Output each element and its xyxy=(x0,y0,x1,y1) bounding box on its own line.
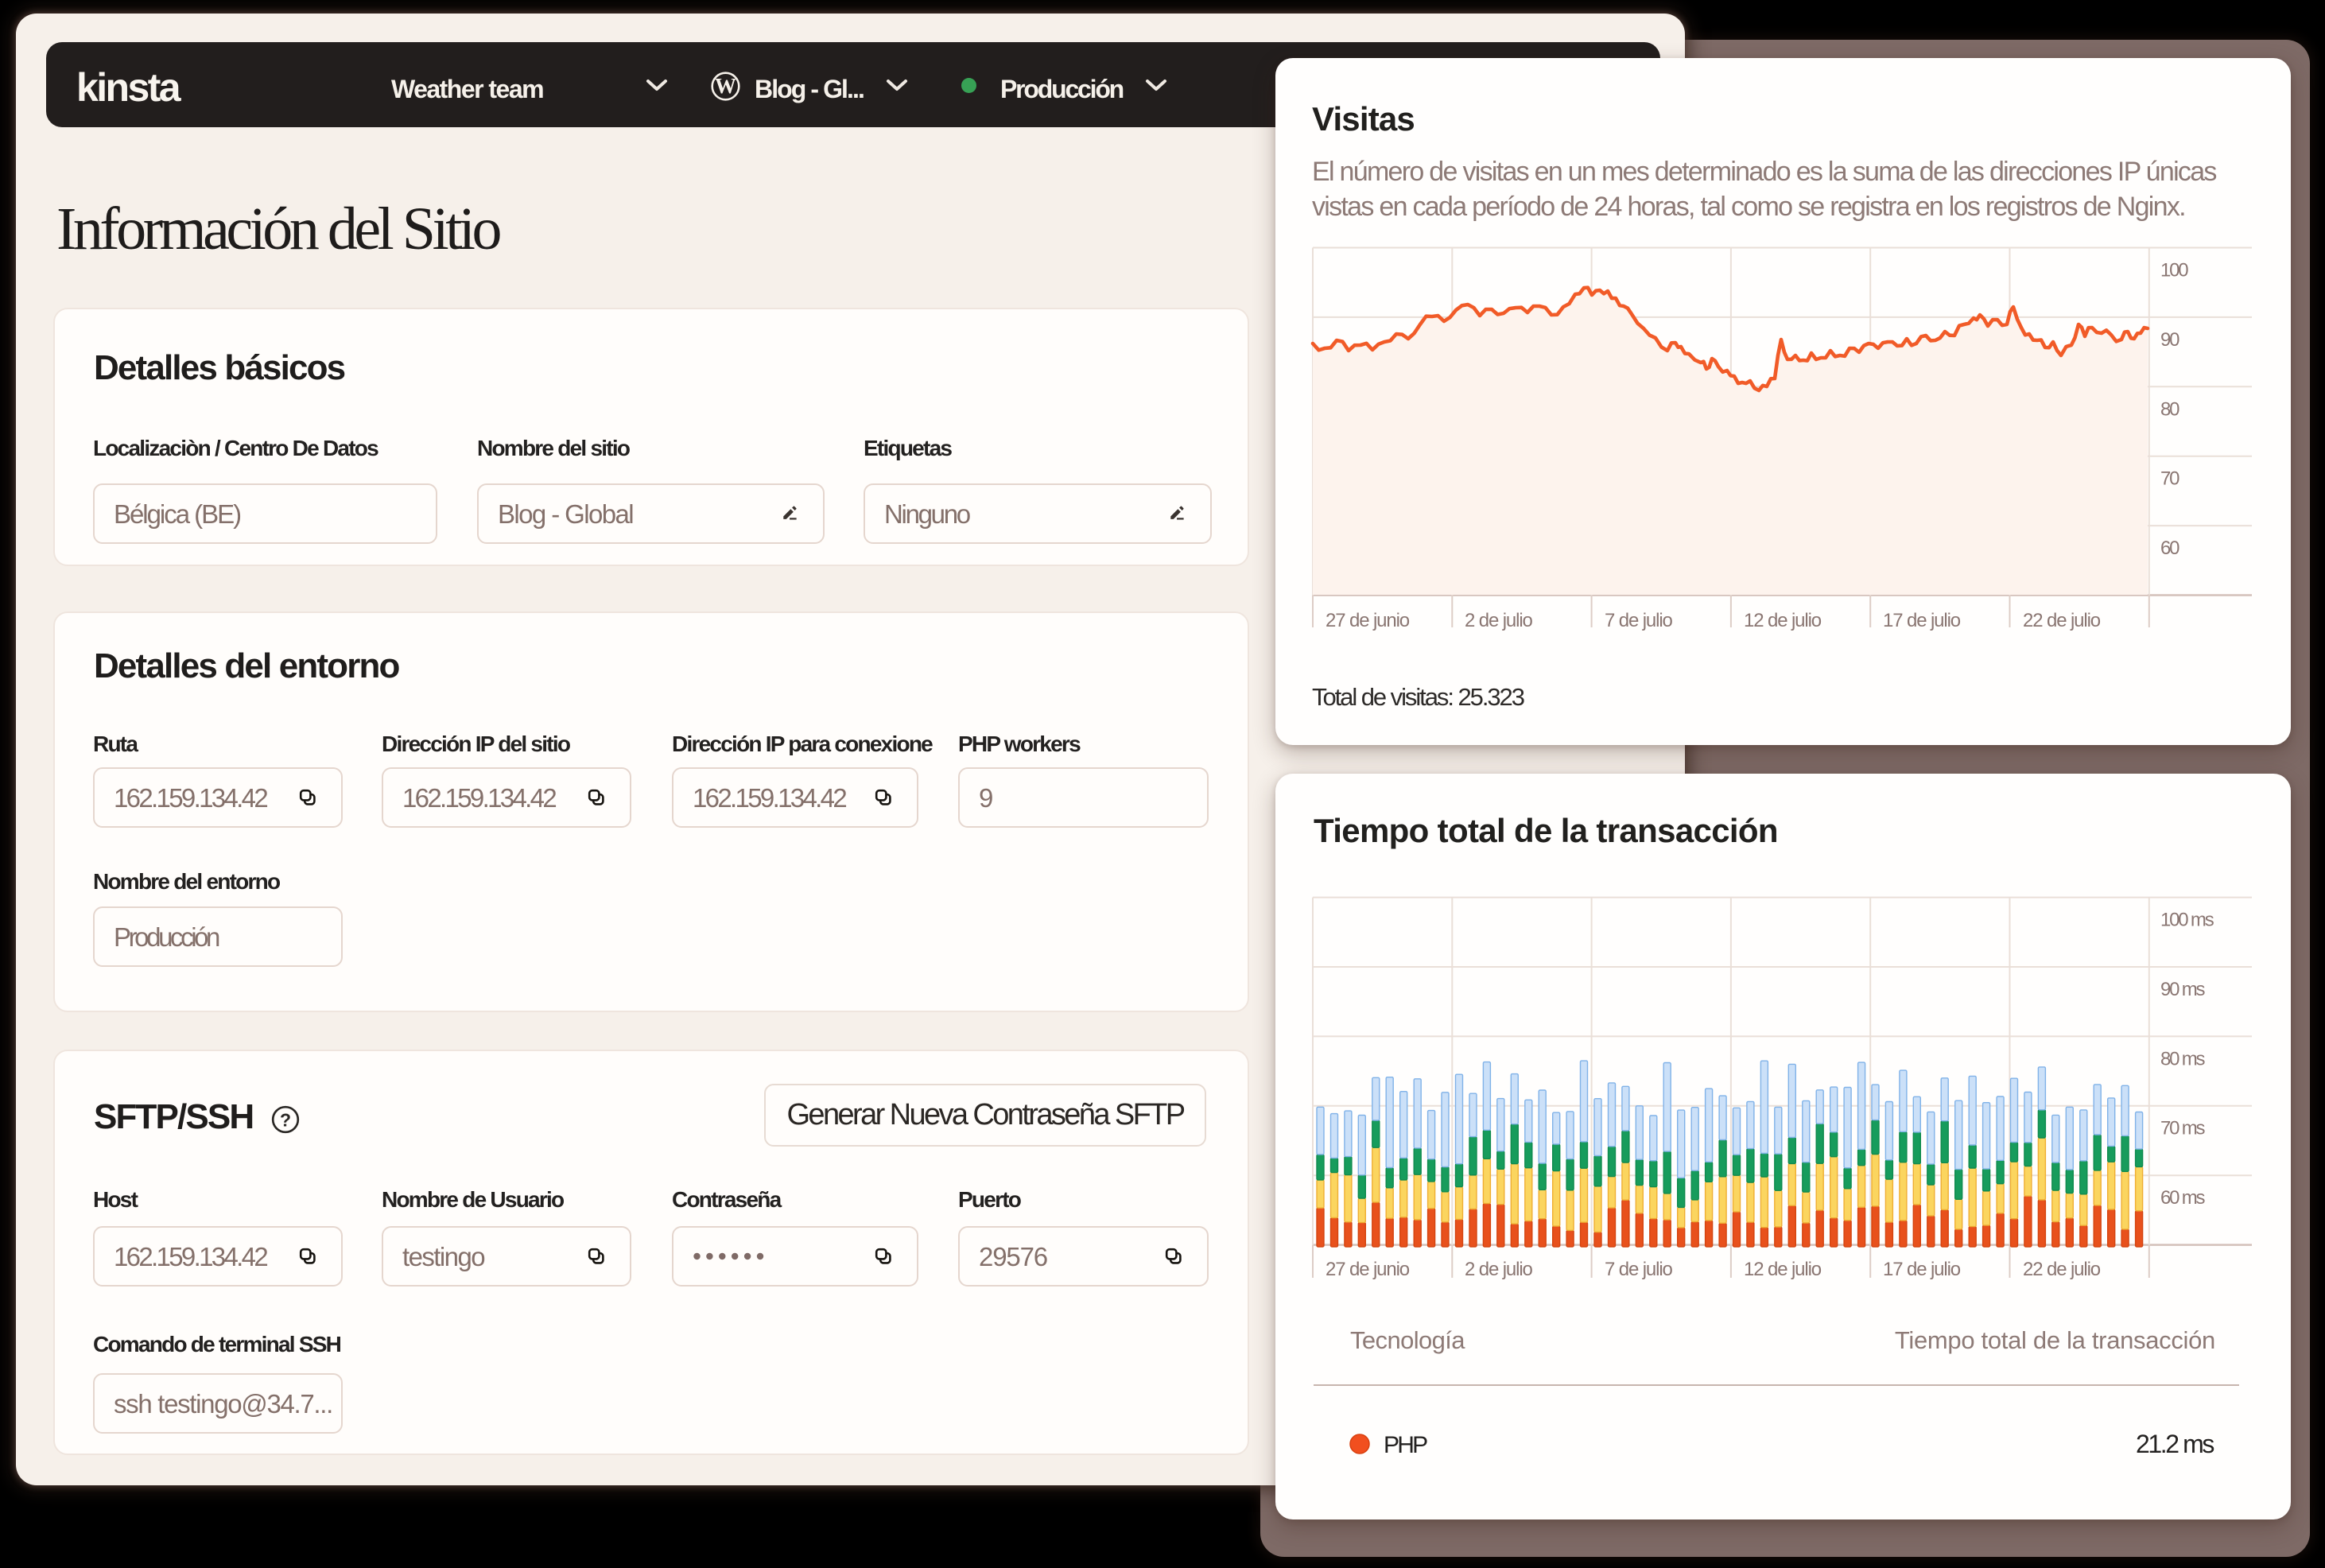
svg-text:100 ms: 100 ms xyxy=(2160,910,2214,931)
svg-text:90 ms: 90 ms xyxy=(2160,979,2206,1000)
svg-text:80 ms: 80 ms xyxy=(2160,1048,2206,1069)
svg-text:Tecnología: Tecnología xyxy=(1350,1326,1465,1354)
svg-text:7 de julio: 7 de julio xyxy=(1605,1259,1673,1280)
svg-text:21.2 ms: 21.2 ms xyxy=(2136,1430,2214,1458)
svg-text:22 de julio: 22 de julio xyxy=(2023,1259,2101,1280)
svg-text:27 de junio: 27 de junio xyxy=(1326,1259,1410,1280)
svg-text:PHP: PHP xyxy=(1384,1432,1427,1458)
svg-text:70 ms: 70 ms xyxy=(2160,1118,2206,1139)
svg-text:2 de julio: 2 de julio xyxy=(1465,1259,1533,1280)
svg-text:12 de julio: 12 de julio xyxy=(1744,1259,1822,1280)
svg-text:60 ms: 60 ms xyxy=(2160,1187,2206,1209)
svg-text:17 de julio: 17 de julio xyxy=(1883,1259,1961,1280)
svg-text:Tiempo total de la transacción: Tiempo total de la transacción xyxy=(1895,1326,2215,1354)
